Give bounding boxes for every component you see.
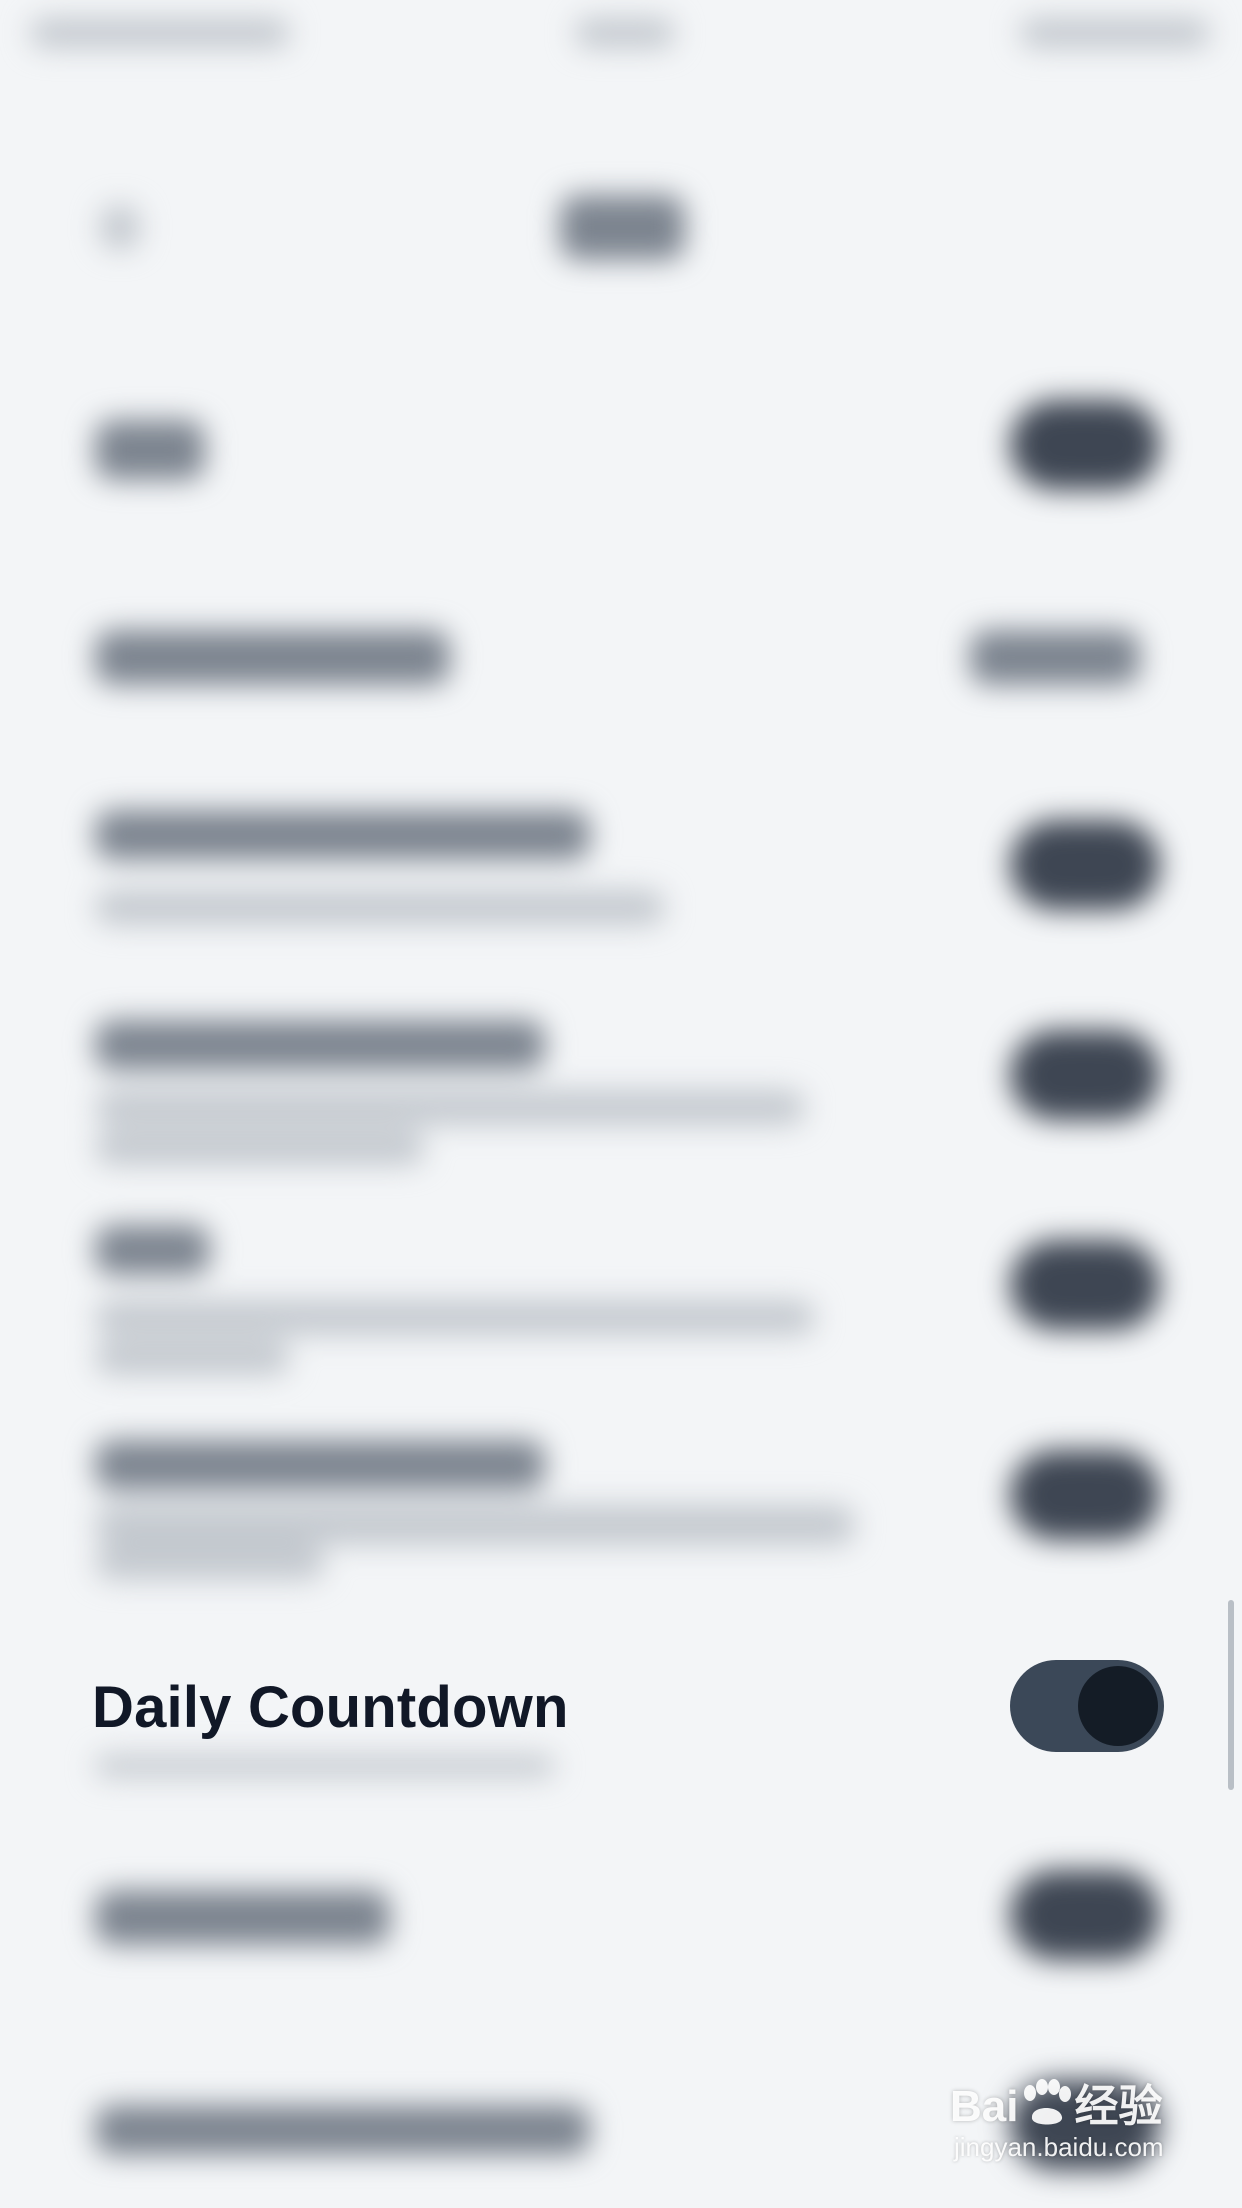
watermark-brand-right: 经验 [1074, 2082, 1163, 2131]
settings-screen: Daily Countdown Bai 经验 jingyan.baidu.com [0, 0, 1242, 2208]
row-1-toggle [1010, 400, 1160, 490]
row-5-desc [95, 1300, 815, 1335]
watermark-logo: Bai 经验 [950, 2070, 1162, 2134]
status-bar-center [575, 18, 675, 48]
row-3-toggle [1010, 820, 1160, 910]
blurred-background [0, 0, 1242, 2208]
row-4-desc [95, 1090, 805, 1125]
row-6-toggle [1010, 1450, 1160, 1540]
row-8-toggle [1010, 1870, 1160, 1960]
watermark-url: jingyan.baidu.com [954, 2132, 1164, 2162]
paw-icon [1024, 2079, 1072, 2125]
row-9-label [95, 2105, 590, 2155]
row-6-label [95, 1440, 545, 1490]
daily-countdown-label: Daily Countdown [92, 1675, 569, 1740]
status-bar-left [30, 18, 290, 48]
row-4-toggle [1010, 1030, 1160, 1120]
row-1-label [95, 420, 205, 480]
row-2-label [95, 630, 450, 685]
daily-countdown-row: Daily Countdown [0, 1660, 1242, 1752]
back-icon [100, 205, 140, 250]
daily-countdown-toggle[interactable] [1010, 1660, 1164, 1752]
baidu-jingyan-watermark: Bai 经验 jingyan.baidu.com [950, 2070, 1210, 2180]
row-7-desc [95, 1755, 555, 1777]
row-5-toggle [1010, 1240, 1160, 1330]
row-5-desc-2 [95, 1340, 290, 1375]
row-6-desc-2 [95, 1545, 325, 1580]
row-2-value [970, 630, 1140, 685]
row-5-label [95, 1225, 210, 1275]
row-3-label [95, 810, 590, 860]
status-bar-right [1020, 18, 1210, 48]
watermark-brand-left: Bai [950, 2082, 1019, 2131]
nav-title [560, 195, 685, 260]
row-6-desc [95, 1505, 855, 1545]
row-8-label [95, 1890, 390, 1945]
row-4-desc-2 [95, 1130, 425, 1165]
toggle-knob [1078, 1666, 1158, 1746]
row-4-label [95, 1020, 545, 1070]
row-3-desc [95, 890, 665, 925]
